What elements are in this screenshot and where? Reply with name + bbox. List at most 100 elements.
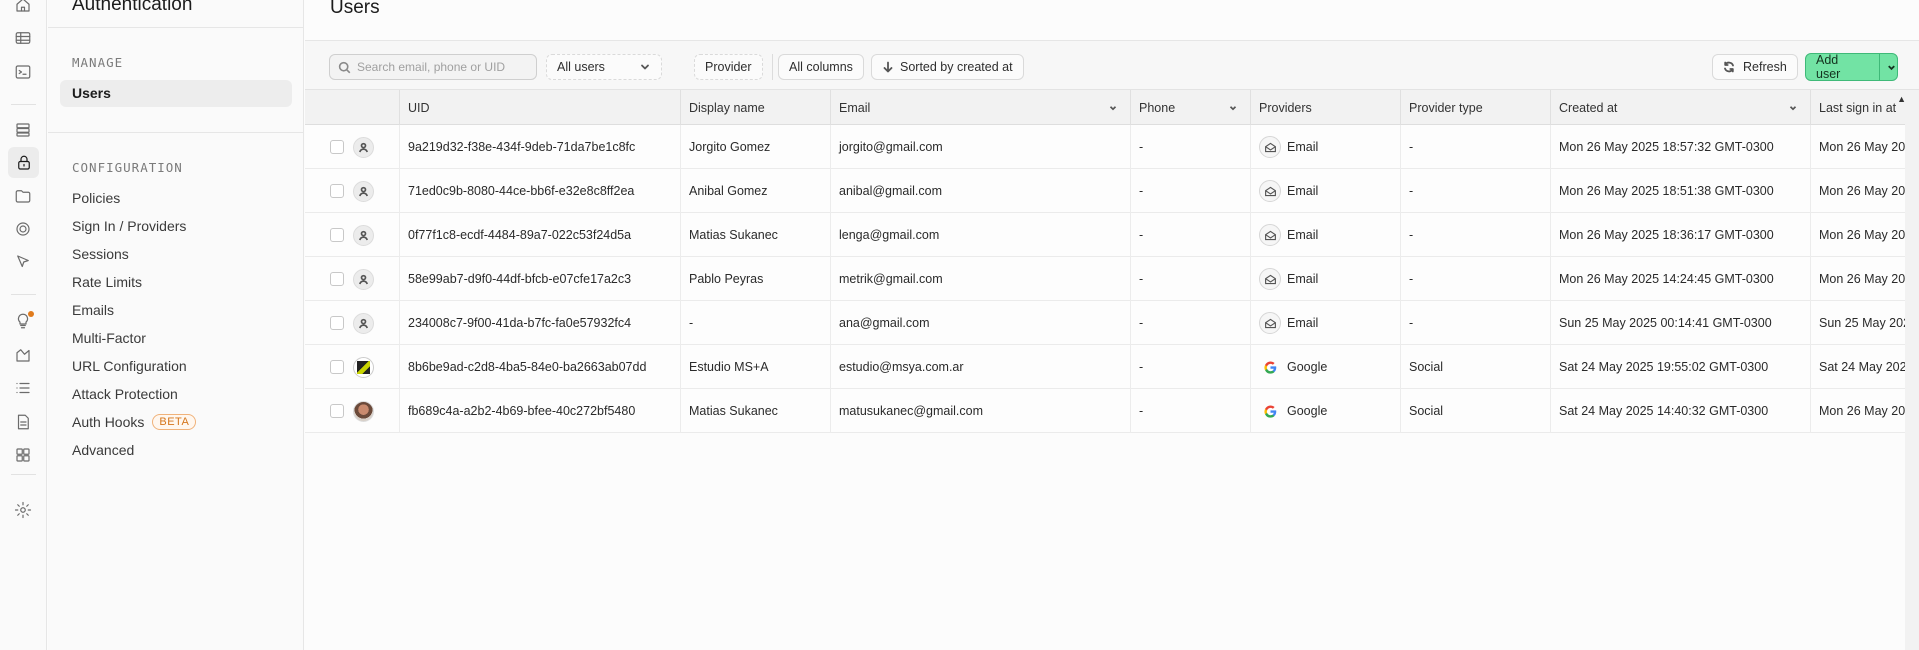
all-columns-button[interactable]: All columns [778,54,864,80]
cell-text: Sat 24 May 2025 19:55:02 GMT-0300 [1559,360,1769,374]
column-header-provider-type[interactable]: Provider type [1401,90,1551,125]
cell-last: Sat 24 May 2025 [1811,345,1911,389]
edge-functions-icon[interactable] [12,251,34,273]
cell-phone: - [1131,169,1251,213]
refresh-button[interactable]: Refresh [1712,54,1798,80]
cell-name: Jorgito Gomez [681,125,831,169]
auth-sidebar: Authentication MANAGE Users CONFIGURATIO… [48,0,304,650]
cell-text: anibal@gmail.com [839,184,943,198]
table-row[interactable]: 0f77f1c8-ecdf-4484-89a7-022c53f24d5a Mati… [305,213,1919,257]
chevron-down-icon [1109,106,1117,111]
row-select-cell [305,257,400,301]
sidebar-item-auth-hooks[interactable]: Auth Hooks BETA [72,412,197,432]
column-header-email[interactable]: Email [831,90,1131,125]
table-row[interactable]: 71ed0c9b-8080-44ce-bb6f-e32e8c8ff2ea Anib… [305,169,1919,213]
refresh-icon [1724,61,1734,73]
cell-created: Mon 26 May 2025 18:51:38 GMT-0300 [1551,169,1811,213]
table-row[interactable]: 234008c7-9f00-41da-b7fc-fa0e57932fc4 - ana… [305,301,1919,345]
storage-icon[interactable] [12,185,34,207]
users-filter-select[interactable]: All users [546,54,662,80]
search-input[interactable] [357,60,527,74]
row-checkbox[interactable] [330,360,344,374]
table-editor-icon[interactable] [12,27,34,49]
column-header-label: UID [408,100,430,115]
cell-ptype: - [1401,257,1551,301]
settings-icon[interactable] [12,499,34,521]
sidebar-item-rate-limits[interactable]: Rate Limits [72,272,142,292]
chevron-down-icon [641,64,649,70]
row-checkbox[interactable] [330,140,344,154]
column-header-uid[interactable]: UID [400,90,681,125]
sidebar-item-users[interactable]: Users [72,83,111,103]
row-checkbox[interactable] [330,316,344,330]
logs-icon[interactable] [12,377,34,399]
table-row[interactable]: 58e99ab7-d9f0-44df-bfcb-e07cfe17a2c3 Pabl… [305,257,1919,301]
provider-filter-button[interactable]: Provider [694,54,763,80]
sidebar-item-policies[interactable]: Policies [72,188,120,208]
cell-uid: fb689c4a-a2b2-4b69-bfee-40c272bf5480 [400,389,681,433]
search-box[interactable] [329,54,537,80]
sort-button[interactable]: Sorted by created at [871,54,1024,80]
reports-icon[interactable] [12,344,34,366]
divider [48,132,304,133]
column-header-label: Display name [689,100,765,115]
sql-editor-icon[interactable] [12,61,34,83]
column-header-last-sign-in-at[interactable]: Last sign in at ▲ [1811,90,1911,125]
home-icon[interactable] [12,0,34,16]
column-header-phone[interactable]: Phone [1131,90,1251,125]
add-user-button[interactable]: Add user [1805,53,1898,81]
api-docs-icon[interactable] [12,411,34,433]
sidebar-title: Authentication [72,0,193,15]
cell-email: metrik@gmail.com [831,257,1131,301]
cell-created: Mon 26 May 2025 18:36:17 GMT-0300 [1551,213,1811,257]
sidebar-item-advanced[interactable]: Advanced [72,440,134,460]
cell-created: Sun 25 May 2025 00:14:41 GMT-0300 [1551,301,1811,345]
email-icon [1259,268,1281,290]
sidebar-item-attack-protection[interactable]: Attack Protection [72,384,178,404]
sidebar-item-sign-in-providers[interactable]: Sign In / Providers [72,216,186,236]
cell-text: Mon 26 May 2025 [1819,184,1911,198]
column-header-created-at[interactable]: Created at [1551,90,1811,125]
cell-ptype: - [1401,213,1551,257]
cell-text: 0f77f1c8-ecdf-4484-89a7-022c53f24d5a [408,228,632,242]
cell-text: jorgito@gmail.com [839,140,943,154]
page-title: Users [330,0,380,18]
sidebar-item-multi-factor[interactable]: Multi-Factor [72,328,146,348]
cell-text: Social [1409,360,1444,374]
user-icon [359,230,368,241]
cell-text: matusukanec@gmail.com [839,404,983,418]
table-row[interactable]: fb689c4a-a2b2-4b69-bfee-40c272bf5480 Mati… [305,389,1919,433]
provider-label: Email [1287,228,1319,242]
column-header-providers[interactable]: Providers [1251,90,1401,125]
user-icon [359,142,368,153]
cell-name: Estudio MS+A [681,345,831,389]
table-row[interactable]: 8b6be9ad-c2d8-4ba5-84e0-ba2663ab07dd Estu… [305,345,1919,389]
avatar [353,269,374,290]
row-checkbox[interactable] [330,404,344,418]
integrations-icon[interactable] [12,444,34,466]
cell-created: Sat 24 May 2025 19:55:02 GMT-0300 [1551,345,1811,389]
advisors-icon[interactable] [12,310,34,332]
realtime-icon[interactable] [12,218,34,240]
cell-provider: Email [1251,169,1401,213]
database-icon[interactable] [12,119,34,141]
table-row[interactable]: 9a219d32-f38e-434f-9deb-71da7be1c8fc Jorg… [305,125,1919,169]
cell-text: - [1409,184,1414,198]
row-select-cell [305,389,400,433]
authentication-icon[interactable] [8,147,39,178]
row-checkbox[interactable] [330,228,344,242]
column-header-display-name[interactable]: Display name [681,90,831,125]
sidebar-item-url-configuration[interactable]: URL Configuration [72,356,187,376]
notification-dot [28,311,34,317]
sort-label: Sorted by created at [900,60,1013,74]
refresh-label: Refresh [1743,60,1787,74]
add-user-dropdown[interactable] [1879,54,1897,80]
cell-name: Matias Sukanec [681,389,831,433]
horizontal-scroll-area[interactable] [1905,90,1919,650]
cell-provider: Email [1251,213,1401,257]
sidebar-item-sessions[interactable]: Sessions [72,244,129,264]
row-checkbox[interactable] [330,272,344,286]
sidebar-item-emails[interactable]: Emails [72,300,114,320]
cell-text: - [1409,272,1414,286]
row-checkbox[interactable] [330,184,344,198]
